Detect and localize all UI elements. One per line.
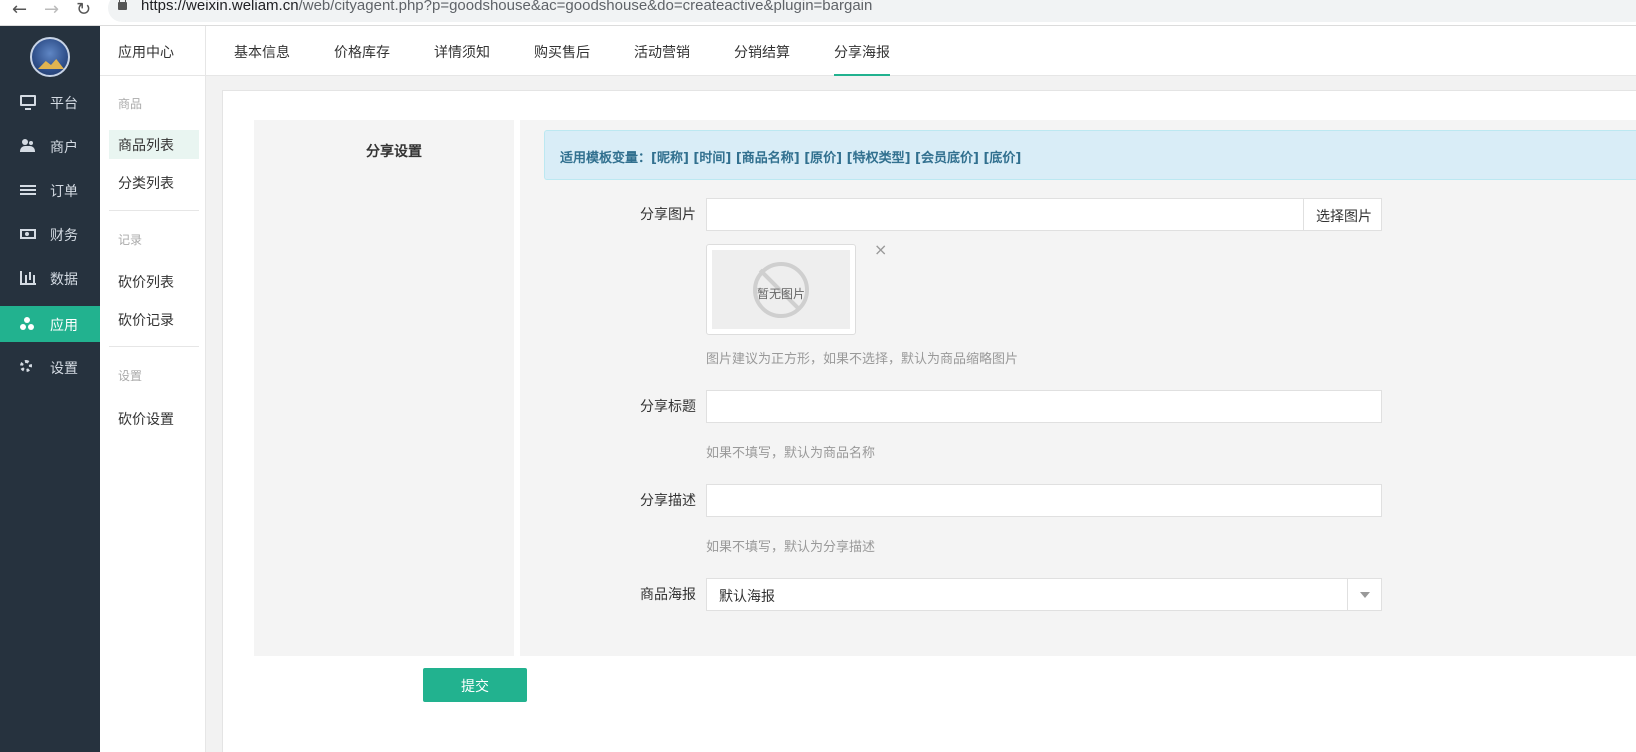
url-text[interactable]: https://weixin.weliam.cn/web/cityagent.p… (141, 0, 872, 14)
image-preview: 暂无图片 (706, 244, 856, 335)
sub-item-category-list[interactable]: 分类列表 (109, 168, 199, 197)
share-title-label: 分享标题 (640, 399, 696, 415)
sidebar-item-orders[interactable]: 订单 (0, 172, 100, 208)
tab-price-stock[interactable]: 价格库存 (334, 26, 390, 76)
sub-item-label: 分类列表 (118, 176, 174, 192)
select-image-label: 选择图片 (1316, 209, 1372, 225)
sub-item-label: 砍价列表 (118, 275, 174, 291)
share-image-help: 图片建议为正方形，如果不选择，默认为商品缩略图片 (706, 352, 1019, 367)
tab-bar: 基本信息 价格库存 详情须知 购买售后 活动营销 分销结算 分享海报 (206, 26, 1636, 76)
tab-basic-info[interactable]: 基本信息 (234, 26, 290, 76)
money-icon (20, 229, 36, 239)
tab-label: 基本信息 (234, 45, 290, 61)
url-host: https://weixin.weliam.cn (141, 0, 299, 14)
tab-distribution[interactable]: 分销结算 (734, 26, 790, 76)
sidebar-item-label: 商户 (50, 140, 78, 156)
main-sidebar: 平台 商户 订单 财务 数据 应用 设置 (0, 26, 100, 752)
list-icon (20, 185, 36, 195)
sub-item-bargain-records[interactable]: 砍价记录 (109, 305, 199, 334)
share-title-input[interactable] (706, 390, 1382, 423)
sub-item-bargain-list[interactable]: 砍价列表 (109, 267, 199, 296)
lock-icon (118, 0, 127, 10)
select-image-button[interactable]: 选择图片 (1303, 198, 1382, 231)
template-vars-alert: 适用模板变量：[昵称] [时间] [商品名称] [原价] [特权类型] [会员底… (544, 130, 1636, 180)
sub-sidebar-title: 应用中心 (118, 45, 174, 61)
poster-label: 商品海报 (640, 587, 696, 603)
form-section-column: 分享设置 (254, 120, 520, 656)
sub-group-title: 设置 (118, 369, 143, 383)
forward-arrow-icon[interactable]: → (44, 1, 59, 19)
share-image-input[interactable] (706, 198, 1304, 231)
tab-label: 活动营销 (634, 45, 690, 61)
submit-label: 提交 (461, 678, 489, 694)
sidebar-item-platform[interactable]: 平台 (0, 84, 100, 120)
tab-label: 分享海报 (834, 45, 890, 61)
bar-chart-icon (20, 271, 36, 285)
sidebar-item-finance[interactable]: 财务 (0, 216, 100, 252)
sub-group-title: 记录 (118, 233, 143, 247)
section-title: 分享设置 (366, 144, 422, 160)
sub-sidebar-header: 应用中心 (100, 26, 206, 76)
sidebar-item-label: 订单 (50, 184, 78, 200)
divider (109, 346, 199, 347)
share-desc-label: 分享描述 (640, 493, 696, 509)
sub-group-title: 商品 (118, 97, 143, 111)
monitor-icon (20, 95, 36, 110)
sub-item-label: 砍价记录 (118, 313, 174, 329)
browser-toolbar: ← → ↻ https://weixin.weliam.cn/web/citya… (0, 0, 1636, 26)
share-settings-form: 分享设置 适用模板变量：[昵称] [时间] [商品名称] [原价] [特权类型]… (254, 120, 1636, 656)
reload-icon[interactable]: ↻ (76, 1, 91, 19)
sidebar-item-label: 设置 (50, 361, 78, 377)
share-title-help: 如果不填写，默认为商品名称 (706, 446, 876, 461)
sidebar-item-settings[interactable]: 设置 (0, 349, 100, 385)
submit-button[interactable]: 提交 (423, 668, 527, 702)
sub-sidebar: 应用中心 商品 商品列表 分类列表 记录 砍价列表 砍价记录 设置 砍价设置 (100, 26, 206, 752)
chevron-down-icon[interactable] (1347, 579, 1381, 610)
poster-selected-value: 默认海报 (719, 589, 775, 605)
users-icon (20, 139, 36, 153)
tab-share-poster[interactable]: 分享海报 (834, 26, 890, 76)
sidebar-item-label: 平台 (50, 96, 78, 112)
sidebar-item-label: 数据 (50, 272, 78, 288)
tab-label: 分销结算 (734, 45, 790, 61)
sidebar-item-data[interactable]: 数据 (0, 260, 100, 296)
sidebar-item-merchant[interactable]: 商户 (0, 128, 100, 164)
sub-item-label: 商品列表 (118, 138, 174, 154)
sub-item-label: 砍价设置 (118, 412, 174, 428)
tab-details[interactable]: 详情须知 (434, 26, 490, 76)
tab-label: 购买售后 (534, 45, 590, 61)
share-desc-input[interactable] (706, 484, 1382, 517)
image-placeholder: 暂无图片 (712, 250, 850, 329)
sidebar-item-label: 财务 (50, 228, 78, 244)
tab-label: 详情须知 (434, 45, 490, 61)
tab-marketing[interactable]: 活动营销 (634, 26, 690, 76)
template-vars-text: 适用模板变量：[昵称] [时间] [商品名称] [原价] [特权类型] [会员底… (560, 151, 1022, 166)
logo[interactable] (30, 37, 70, 77)
sub-item-bargain-settings[interactable]: 砍价设置 (109, 404, 199, 433)
gear-icon (20, 360, 32, 372)
tab-after-sales[interactable]: 购买售后 (534, 26, 590, 76)
divider (109, 210, 199, 211)
apps-icon (20, 317, 36, 331)
share-image-label: 分享图片 (640, 207, 696, 223)
url-path: /web/cityagent.php?p=goodshouse&ac=goods… (298, 0, 873, 14)
poster-select[interactable]: 默认海报 (706, 578, 1382, 611)
sidebar-item-label: 应用 (50, 318, 78, 334)
tab-label: 价格库存 (334, 45, 390, 61)
share-desc-help: 如果不填写，默认为分享描述 (706, 540, 876, 555)
back-arrow-icon[interactable]: ← (12, 1, 27, 19)
no-image-text: 暂无图片 (756, 287, 805, 301)
remove-image-icon[interactable]: × (874, 240, 887, 259)
sidebar-item-apps[interactable]: 应用 (0, 306, 100, 342)
sub-item-goods-list[interactable]: 商品列表 (109, 130, 199, 159)
